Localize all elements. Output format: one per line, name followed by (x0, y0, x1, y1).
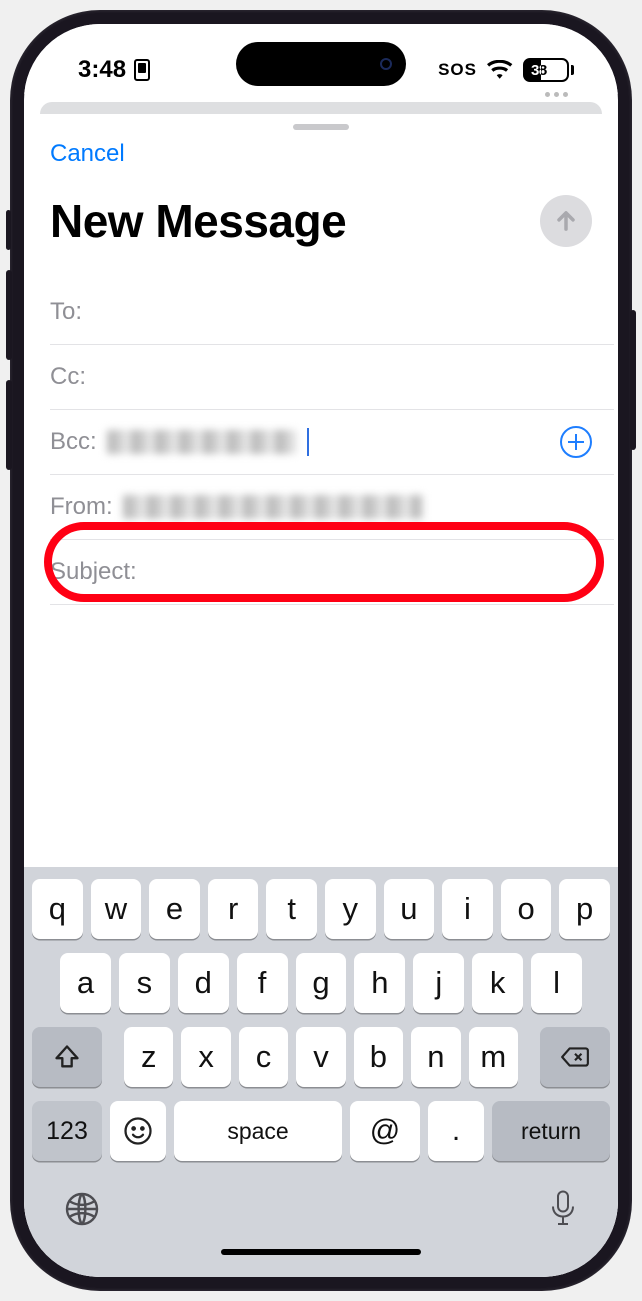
status-time: 3:48 (78, 56, 126, 84)
key-d[interactable]: d (178, 953, 229, 1013)
screen: 3:48 SOS 38 Cancel New Message (24, 24, 618, 1277)
wifi-icon (487, 60, 513, 80)
arrow-up-icon (552, 207, 580, 235)
key-u[interactable]: u (384, 879, 435, 939)
home-indicator[interactable] (221, 1249, 421, 1255)
add-contact-button[interactable] (560, 426, 592, 458)
from-field[interactable]: From: (50, 475, 614, 540)
from-value-redacted (123, 495, 423, 519)
key-n[interactable]: n (411, 1027, 460, 1087)
emoji-icon (123, 1116, 153, 1146)
at-key[interactable]: @ (350, 1101, 420, 1161)
text-cursor (307, 428, 309, 456)
key-v[interactable]: v (296, 1027, 345, 1087)
key-y[interactable]: y (325, 879, 376, 939)
send-button[interactable] (540, 195, 592, 247)
subject-field[interactable]: Subject: (50, 540, 614, 605)
privacy-dots-icon (545, 92, 568, 97)
subject-label: Subject: (50, 558, 137, 586)
key-o[interactable]: o (501, 879, 552, 939)
key-r[interactable]: r (208, 879, 259, 939)
key-q[interactable]: q (32, 879, 83, 939)
to-label: To: (50, 298, 82, 326)
cc-field[interactable]: Cc: (50, 345, 614, 410)
keyboard: qwertyuiop asdfghjkl zxcvbnm 123 (24, 867, 618, 1277)
dot-key[interactable]: . (428, 1101, 484, 1161)
sheet-grabber[interactable] (293, 124, 349, 130)
key-x[interactable]: x (181, 1027, 230, 1087)
bcc-field[interactable]: Bcc: (50, 410, 614, 475)
key-e[interactable]: e (149, 879, 200, 939)
key-m[interactable]: m (469, 1027, 518, 1087)
to-field[interactable]: To: (50, 280, 614, 345)
compose-sheet: Cancel New Message To: Cc: Bcc: (24, 114, 618, 1277)
sim-card-icon (134, 59, 150, 81)
sos-indicator: SOS (438, 60, 477, 80)
emoji-key[interactable] (110, 1101, 166, 1161)
key-s[interactable]: s (119, 953, 170, 1013)
from-label: From: (50, 493, 113, 521)
backspace-key[interactable] (540, 1027, 610, 1087)
key-g[interactable]: g (296, 953, 347, 1013)
shift-icon (53, 1043, 81, 1071)
shift-key[interactable] (32, 1027, 102, 1087)
front-camera-icon (380, 58, 392, 70)
silence-switch (6, 210, 11, 250)
power-button (630, 310, 636, 450)
key-z[interactable]: z (124, 1027, 173, 1087)
key-b[interactable]: b (354, 1027, 403, 1087)
battery-indicator: 38 (523, 58, 574, 82)
key-a[interactable]: a (60, 953, 111, 1013)
key-j[interactable]: j (413, 953, 464, 1013)
backspace-icon (560, 1043, 590, 1071)
globe-key[interactable] (64, 1191, 100, 1227)
compose-title: New Message (50, 194, 346, 248)
key-k[interactable]: k (472, 953, 523, 1013)
key-w[interactable]: w (91, 879, 142, 939)
compose-fields: To: Cc: Bcc: From: Subject: (24, 280, 618, 605)
numbers-key[interactable]: 123 (32, 1101, 102, 1161)
key-f[interactable]: f (237, 953, 288, 1013)
key-p[interactable]: p (559, 879, 610, 939)
key-l[interactable]: l (531, 953, 582, 1013)
return-key[interactable]: return (492, 1101, 610, 1161)
cancel-button[interactable]: Cancel (24, 136, 618, 176)
space-key[interactable]: space (174, 1101, 342, 1161)
dynamic-island (236, 42, 406, 86)
phone-frame: 3:48 SOS 38 Cancel New Message (10, 10, 632, 1291)
bcc-label: Bcc: (50, 428, 97, 456)
key-c[interactable]: c (239, 1027, 288, 1087)
cc-label: Cc: (50, 363, 86, 391)
volume-up-button (6, 270, 12, 360)
key-h[interactable]: h (354, 953, 405, 1013)
bcc-value-redacted (107, 430, 297, 454)
dictation-key[interactable] (548, 1189, 578, 1229)
background-card (40, 102, 602, 114)
key-t[interactable]: t (266, 879, 317, 939)
volume-down-button (6, 380, 12, 470)
key-i[interactable]: i (442, 879, 493, 939)
